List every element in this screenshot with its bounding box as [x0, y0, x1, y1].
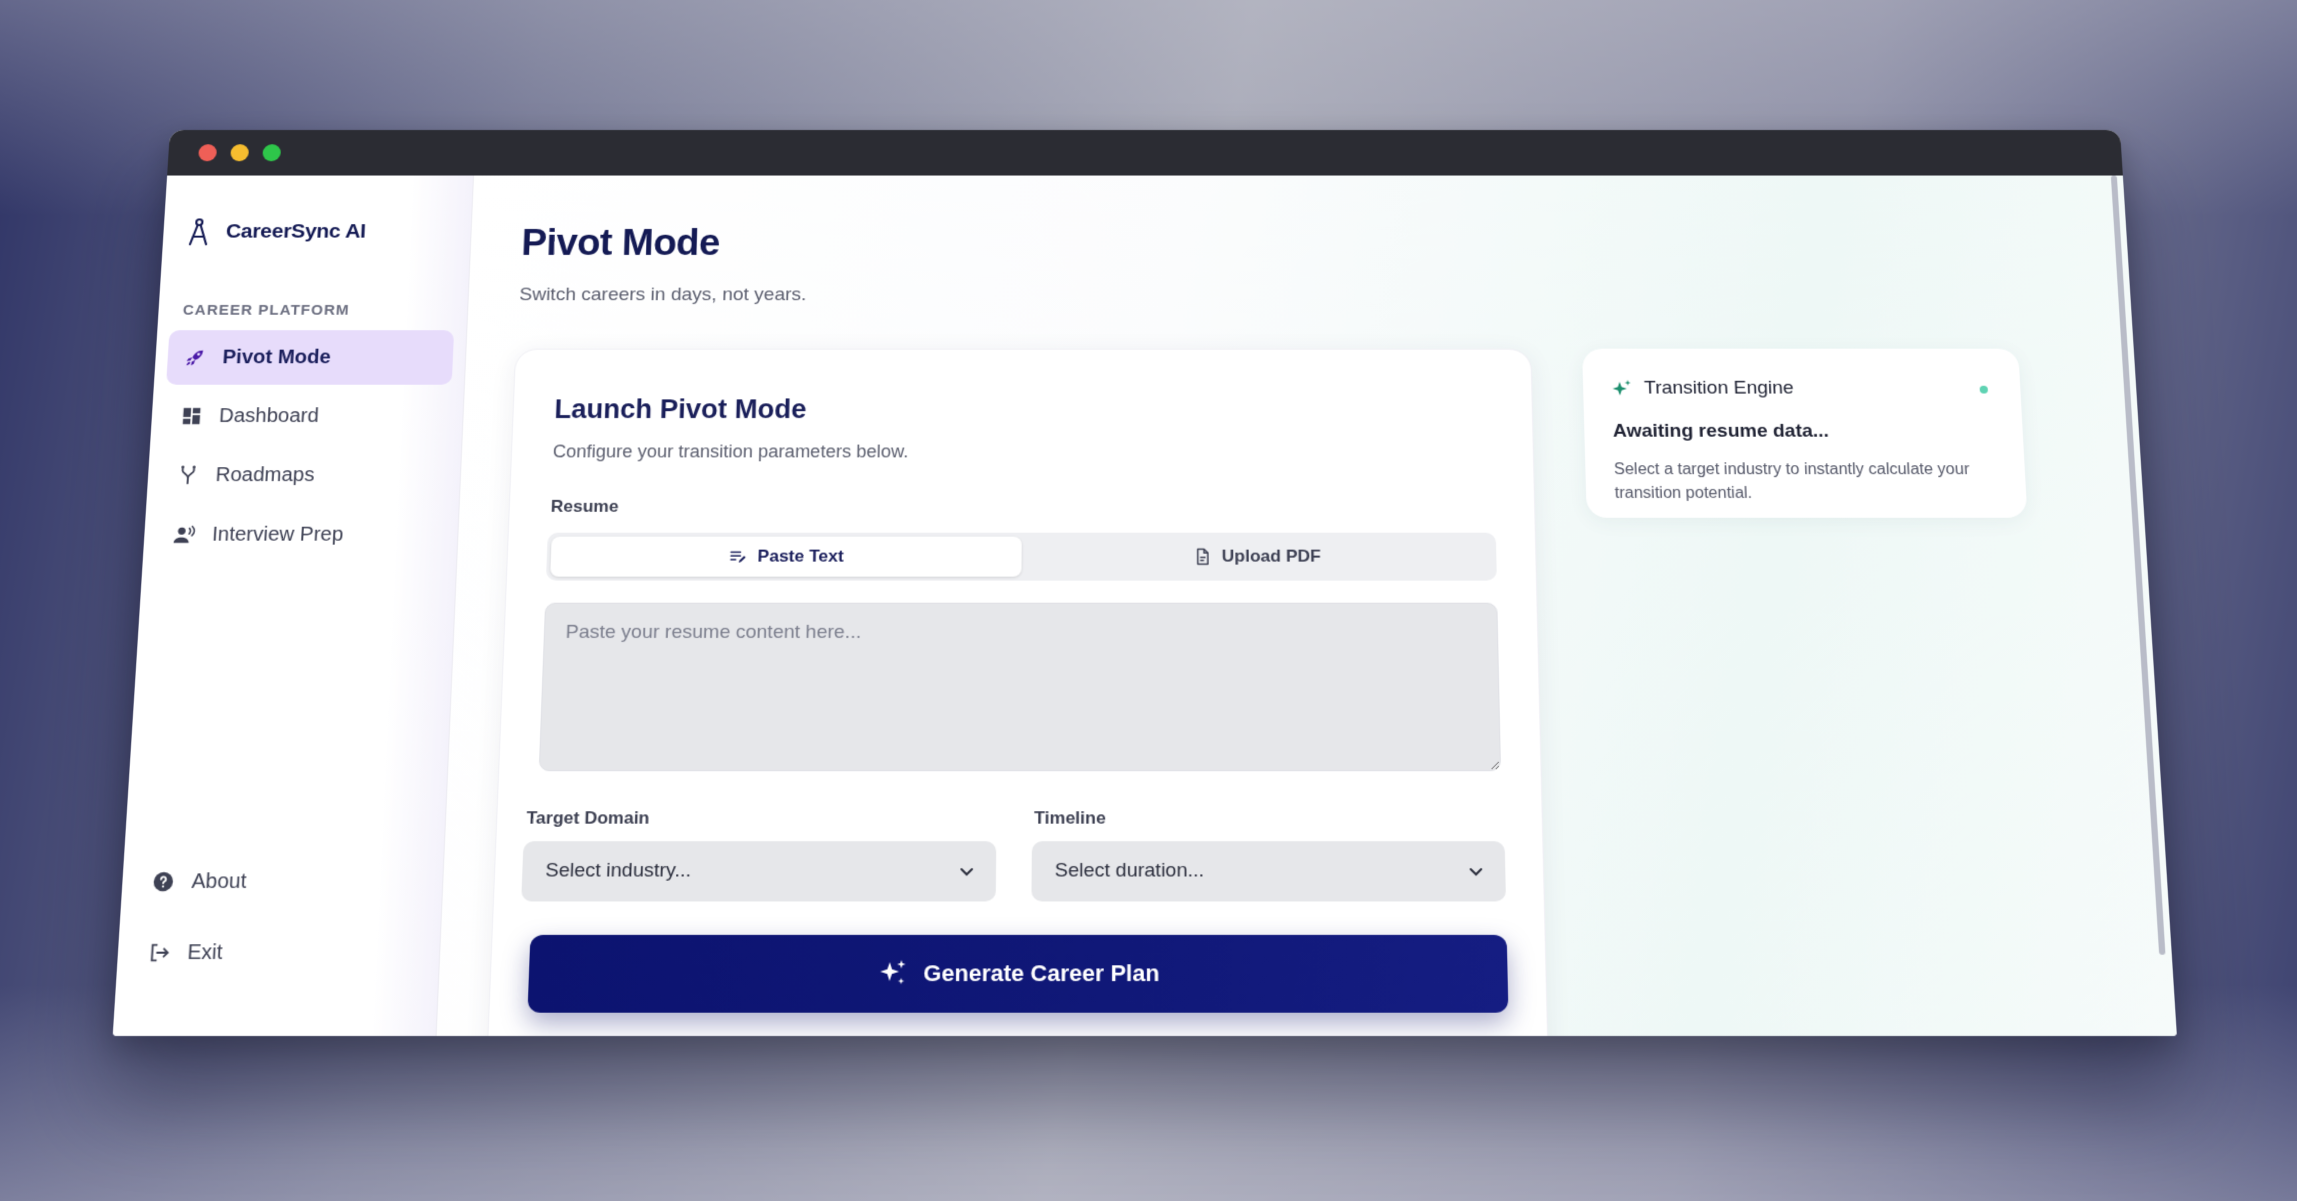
window-titlebar [167, 130, 2123, 176]
brand[interactable]: CareerSync AI [163, 217, 472, 246]
card-title: Launch Pivot Mode [554, 395, 807, 425]
sidebar-item-label: Dashboard [218, 405, 319, 428]
sidebar-item-exit[interactable]: Exit [129, 920, 428, 985]
sidebar-item-dashboard[interactable]: Dashboard [162, 389, 451, 444]
target-domain-label: Target Domain [526, 808, 650, 829]
card-subtitle: Configure your transition parameters bel… [552, 442, 908, 463]
sparkles-icon [877, 958, 909, 990]
stage: CareerSync AI CAREER PLATFORM Pivot Mode [0, 0, 2297, 1201]
generate-career-plan-button[interactable]: Generate Career Plan [527, 935, 1508, 1013]
sidebar-item-pivot-mode[interactable]: Pivot Mode [166, 330, 454, 385]
resume-input-toggle: Paste Text Upload PDF [546, 533, 1497, 581]
chevron-down-icon [1467, 863, 1484, 880]
tab-label: Paste Text [757, 547, 844, 567]
engine-title: Transition Engine [1644, 378, 1794, 400]
timeline-label: Timeline [1034, 808, 1106, 829]
sidebar-item-interview-prep[interactable]: Interview Prep [155, 507, 446, 563]
page-title: Pivot Mode [521, 223, 721, 264]
sidebar-item-about[interactable]: About [133, 850, 431, 914]
sidebar-item-label: About [191, 870, 247, 894]
button-label: Generate Career Plan [923, 960, 1159, 987]
sidebar-item-label: Interview Prep [211, 523, 343, 546]
target-domain-select[interactable]: Select industry... [521, 841, 996, 901]
select-value: Select duration... [1055, 860, 1205, 883]
section-label: CAREER PLATFORM [182, 302, 467, 318]
sidebar-nav: Pivot Mode Dashboard Roadmaps Interview … [143, 330, 467, 562]
main-content: Pivot Mode Switch careers in days, not y… [437, 176, 2177, 1036]
engine-description: Select a target industry to instantly ca… [1614, 458, 2005, 505]
sidebar: CareerSync AI CAREER PLATFORM Pivot Mode [113, 176, 474, 1036]
app-body: CareerSync AI CAREER PLATFORM Pivot Mode [113, 176, 2177, 1036]
fork-icon [176, 464, 200, 486]
tab-upload-pdf[interactable]: Upload PDF [1021, 537, 1492, 577]
sidebar-item-label: Roadmaps [215, 464, 315, 487]
select-value: Select industry... [545, 860, 691, 883]
sidebar-bottom: About Exit [128, 850, 431, 992]
app-window: CareerSync AI CAREER PLATFORM Pivot Mode [113, 130, 2177, 1036]
sparkle-icon [1611, 379, 1632, 399]
resume-label: Resume [550, 497, 618, 517]
minimize-window-button[interactable] [230, 144, 249, 161]
timeline-select[interactable]: Select duration... [1031, 841, 1506, 901]
engine-header: Transition Engine [1611, 378, 1794, 400]
engine-status: Awaiting resume data... [1613, 421, 1830, 443]
page-subtitle: Switch careers in days, not years. [519, 285, 807, 306]
transition-engine-card: Transition Engine Awaiting resume data..… [1582, 349, 2027, 518]
tab-paste-text[interactable]: Paste Text [550, 537, 1022, 577]
sidebar-item-roadmaps[interactable]: Roadmaps [159, 448, 449, 503]
sidebar-item-label: Pivot Mode [222, 346, 331, 368]
status-indicator [1980, 386, 1989, 394]
maximize-window-button[interactable] [262, 144, 281, 161]
resume-textarea[interactable] [539, 603, 1501, 771]
logout-icon [147, 941, 172, 964]
speaking-person-icon [172, 524, 196, 546]
dashboard-icon [180, 405, 204, 427]
chevron-down-icon [958, 863, 975, 880]
scrollbar[interactable] [2111, 176, 2166, 955]
launch-pivot-card: Launch Pivot Mode Configure your transit… [485, 349, 1549, 1036]
close-window-button[interactable] [198, 144, 217, 161]
help-circle-icon [151, 870, 175, 893]
text-edit-icon [729, 548, 748, 566]
file-icon [1193, 548, 1212, 566]
brand-name: CareerSync AI [225, 220, 366, 243]
compass-logo-icon [187, 217, 211, 246]
sidebar-item-label: Exit [187, 941, 224, 965]
rocket-icon [183, 347, 207, 368]
tab-label: Upload PDF [1222, 547, 1321, 567]
